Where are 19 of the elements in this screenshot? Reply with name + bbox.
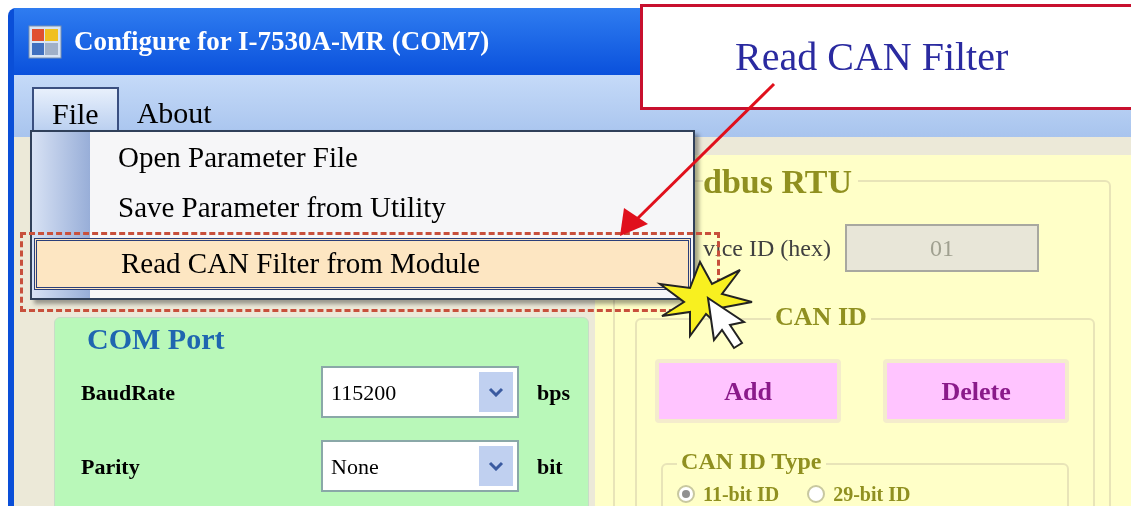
field-label: Parity (81, 452, 141, 481)
action-button[interactable]: Delete (883, 359, 1070, 423)
menu-item[interactable]: Read CAN Filter from Module (34, 238, 691, 290)
cursor-icon (706, 295, 747, 350)
group-title: COM Port (86, 321, 226, 357)
menu-item[interactable]: Open Parameter File (90, 136, 693, 180)
unit-label: bit (537, 452, 563, 481)
action-button[interactable]: Add (655, 359, 842, 423)
chevron-down-icon (488, 387, 504, 397)
callout-box: Read CAN Filter (640, 4, 1131, 110)
window-title: Configure for I-7530A-MR (COM7) (74, 25, 490, 59)
field-label: BaudRate (81, 378, 177, 407)
combo-box[interactable]: 115200 (321, 366, 519, 418)
menu-item[interactable]: Save Parameter from Utility (90, 186, 693, 230)
menu-item[interactable]: About (118, 87, 230, 137)
combo-box[interactable]: None (321, 440, 519, 492)
chevron-down-icon (488, 461, 504, 471)
app-icon (28, 24, 62, 59)
unit-label: bps (537, 378, 571, 407)
